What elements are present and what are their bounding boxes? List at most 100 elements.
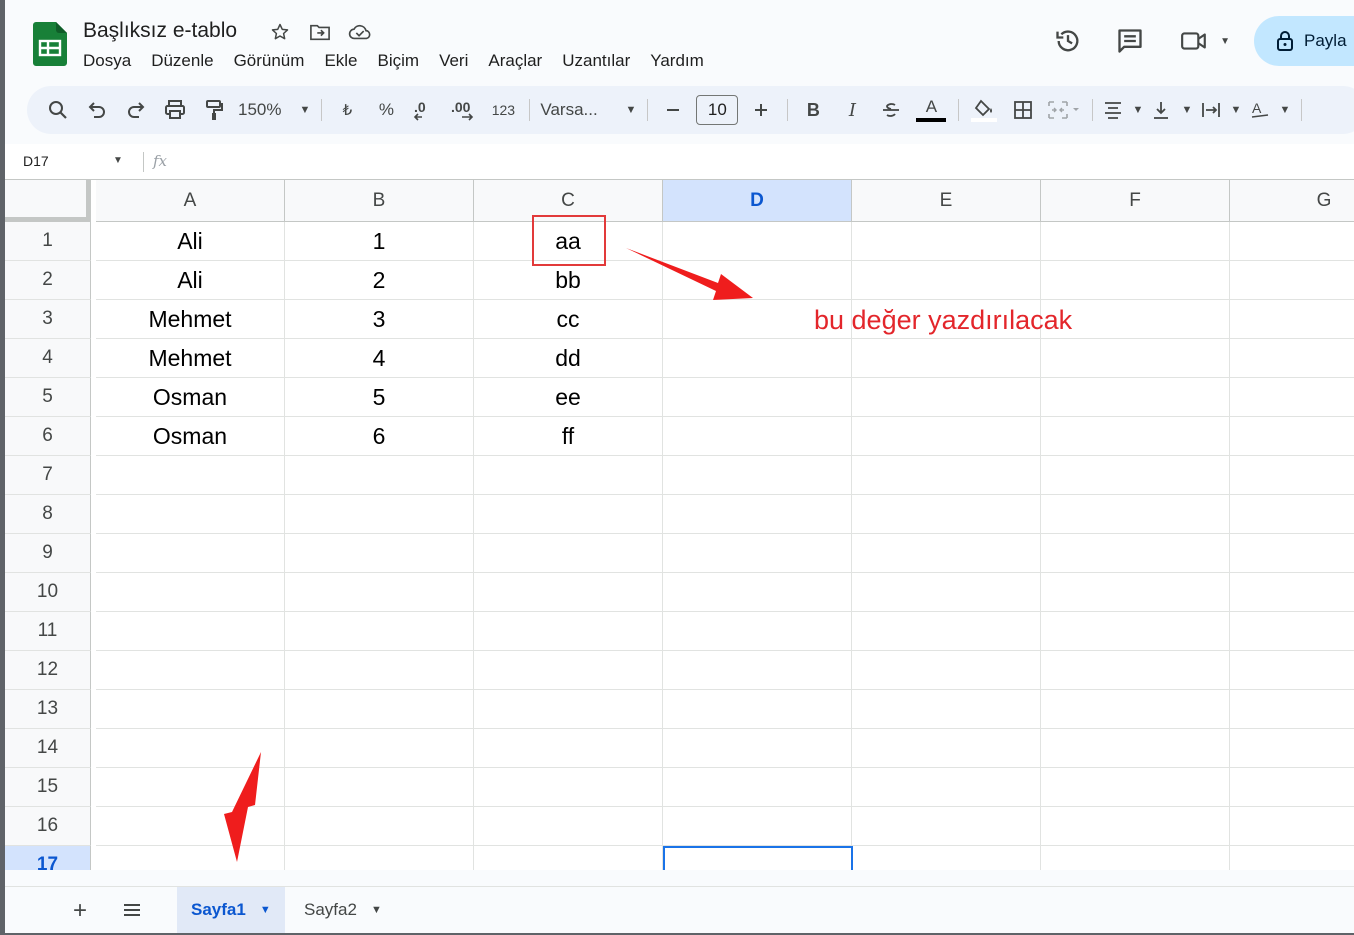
cell-e4[interactable]: [852, 339, 1041, 378]
cell-c11[interactable]: [474, 612, 663, 651]
cell-a11[interactable]: [96, 612, 285, 651]
cell-b4[interactable]: 4: [285, 339, 474, 378]
text-wrap-icon[interactable]: ▼: [1201, 94, 1241, 126]
cell-g13[interactable]: [1230, 690, 1354, 729]
row-header-14[interactable]: 14: [5, 729, 91, 768]
undo-icon[interactable]: [82, 94, 112, 126]
cell-e16[interactable]: [852, 807, 1041, 846]
text-rotation-icon[interactable]: A ▼: [1250, 94, 1290, 126]
cell-a14[interactable]: [96, 729, 285, 768]
row-header-5[interactable]: 5: [5, 378, 91, 417]
cell-c6[interactable]: ff: [474, 417, 663, 456]
cell-e2[interactable]: [852, 261, 1041, 300]
chevron-down-icon[interactable]: ▼: [113, 155, 123, 166]
cell-g6[interactable]: [1230, 417, 1354, 456]
cell-d14[interactable]: [663, 729, 852, 768]
percent-format-button[interactable]: %: [371, 94, 401, 126]
cell-e1[interactable]: [852, 222, 1041, 261]
cell-a1[interactable]: Ali: [96, 222, 285, 261]
cell-b3[interactable]: 3: [285, 300, 474, 339]
cell-f9[interactable]: [1041, 534, 1230, 573]
sheet-tab-sayfa1[interactable]: Sayfa1 ▼: [177, 887, 285, 933]
all-sheets-menu-icon[interactable]: [121, 899, 143, 921]
row-header-15[interactable]: 15: [5, 768, 91, 807]
cell-f5[interactable]: [1041, 378, 1230, 417]
cell-g17[interactable]: [1230, 846, 1354, 870]
cell-e7[interactable]: [852, 456, 1041, 495]
borders-icon[interactable]: [1008, 94, 1038, 126]
cell-e10[interactable]: [852, 573, 1041, 612]
cell-b13[interactable]: [285, 690, 474, 729]
decrease-decimal-icon[interactable]: .0: [410, 94, 440, 126]
cell-a5[interactable]: Osman: [96, 378, 285, 417]
cell-g15[interactable]: [1230, 768, 1354, 807]
cell-c2[interactable]: bb: [474, 261, 663, 300]
menu-duzenle[interactable]: Düzenle: [151, 51, 223, 71]
spreadsheet-grid[interactable]: A B C D E F G 1 Ali 1 aa 2 Ali 2 bb 3 Mehmet 3 cc 4 Mehmet 4 d…: [5, 180, 1354, 870]
cell-c8[interactable]: [474, 495, 663, 534]
cell-e5[interactable]: [852, 378, 1041, 417]
menu-dosya[interactable]: Dosya: [83, 51, 141, 71]
menu-araclar[interactable]: Araçlar: [488, 51, 552, 71]
text-color-button[interactable]: A: [915, 94, 947, 126]
row-header-12[interactable]: 12: [5, 651, 91, 690]
bold-button[interactable]: B: [798, 94, 828, 126]
cell-e15[interactable]: [852, 768, 1041, 807]
column-header-e[interactable]: E: [852, 180, 1041, 222]
cell-g9[interactable]: [1230, 534, 1354, 573]
fill-color-icon[interactable]: [969, 94, 999, 126]
row-header-8[interactable]: 8: [5, 495, 91, 534]
cell-a6[interactable]: Osman: [96, 417, 285, 456]
column-header-a[interactable]: A: [96, 180, 285, 222]
row-header-2[interactable]: 2: [5, 261, 91, 300]
column-header-f[interactable]: F: [1041, 180, 1230, 222]
row-header-7[interactable]: 7: [5, 456, 91, 495]
cell-g11[interactable]: [1230, 612, 1354, 651]
cell-e9[interactable]: [852, 534, 1041, 573]
cell-c5[interactable]: ee: [474, 378, 663, 417]
cell-d12[interactable]: [663, 651, 852, 690]
font-size-input[interactable]: 10: [696, 95, 739, 125]
cell-e17[interactable]: [852, 846, 1041, 870]
chevron-down-icon[interactable]: ▼: [371, 904, 382, 916]
cell-d7[interactable]: [663, 456, 852, 495]
chevron-down-icon[interactable]: ▼: [260, 904, 271, 916]
cell-c14[interactable]: [474, 729, 663, 768]
cell-c3[interactable]: cc: [474, 300, 663, 339]
cell-g3[interactable]: [1230, 300, 1354, 339]
cell-f15[interactable]: [1041, 768, 1230, 807]
cell-f13[interactable]: [1041, 690, 1230, 729]
row-header-6[interactable]: 6: [5, 417, 91, 456]
cell-e11[interactable]: [852, 612, 1041, 651]
cell-e13[interactable]: [852, 690, 1041, 729]
cell-c15[interactable]: [474, 768, 663, 807]
zoom-select[interactable]: 150% ▼: [238, 94, 310, 126]
cell-f12[interactable]: [1041, 651, 1230, 690]
row-header-10[interactable]: 10: [5, 573, 91, 612]
cell-b7[interactable]: [285, 456, 474, 495]
increase-decimal-icon[interactable]: .00: [449, 94, 479, 126]
add-sheet-icon[interactable]: +: [73, 897, 87, 925]
cell-f11[interactable]: [1041, 612, 1230, 651]
cell-f10[interactable]: [1041, 573, 1230, 612]
cell-b12[interactable]: [285, 651, 474, 690]
cell-a8[interactable]: [96, 495, 285, 534]
cell-b8[interactable]: [285, 495, 474, 534]
cell-c12[interactable]: [474, 651, 663, 690]
cell-b1[interactable]: 1: [285, 222, 474, 261]
cell-c10[interactable]: [474, 573, 663, 612]
meet-video-icon[interactable]: ▼: [1180, 25, 1230, 57]
cell-f16[interactable]: [1041, 807, 1230, 846]
cell-a9[interactable]: [96, 534, 285, 573]
cell-f17[interactable]: [1041, 846, 1230, 870]
cell-d5[interactable]: [663, 378, 852, 417]
menu-bicim[interactable]: Biçim: [378, 51, 430, 71]
cell-b15[interactable]: [285, 768, 474, 807]
share-button[interactable]: Payla: [1254, 16, 1354, 66]
search-menus-icon[interactable]: [43, 94, 73, 126]
cell-c9[interactable]: [474, 534, 663, 573]
move-folder-icon[interactable]: [307, 20, 333, 44]
cell-a13[interactable]: [96, 690, 285, 729]
cell-d1[interactable]: [663, 222, 852, 261]
cell-c7[interactable]: [474, 456, 663, 495]
